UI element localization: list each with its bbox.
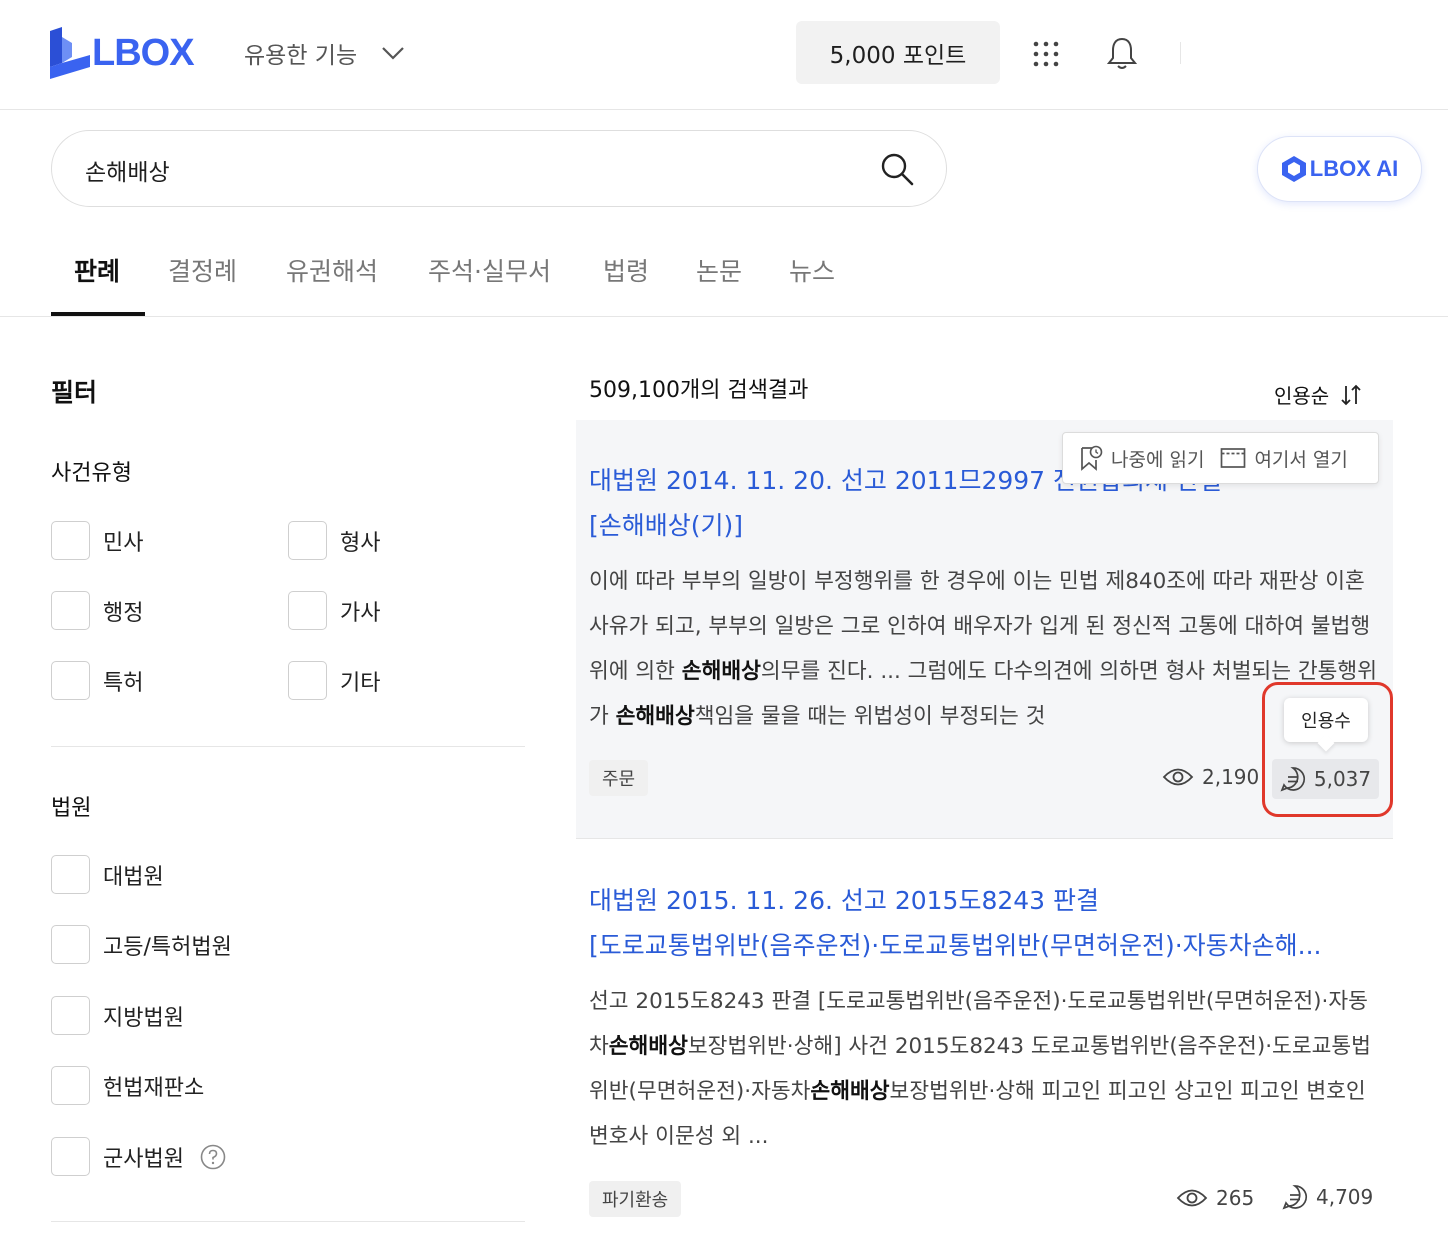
checkbox-high-court[interactable]: 고등/특허법원 <box>51 925 232 964</box>
checkbox-box[interactable] <box>288 521 327 560</box>
checkbox-box[interactable] <box>51 591 90 630</box>
result-title-line2[interactable]: [손해배상(기)] <box>589 503 1369 548</box>
sort-icon <box>1341 384 1361 405</box>
result-tag: 주문 <box>589 760 649 796</box>
window-icon <box>1221 448 1246 468</box>
checkbox-district-court[interactable]: 지방법원 <box>51 996 184 1035</box>
top-header: LBOX 유용한 기능 5,000 포인트 <box>0 0 1448 110</box>
lbox-ai-button[interactable]: LBOX AI <box>1257 136 1422 202</box>
lbox-logo[interactable]: LBOX <box>50 26 195 80</box>
result-count: 509,100개의 검색결과 <box>589 378 809 403</box>
checkbox-label: 지방법원 <box>103 1005 184 1031</box>
checkbox-supreme-court[interactable]: 대법원 <box>51 855 164 894</box>
checkbox-label: 가사 <box>340 600 381 626</box>
card-actions-popover: 나중에 읽기 여기서 열기 <box>1062 432 1379 484</box>
checkbox-label: 군사법원 <box>103 1146 184 1172</box>
result-title-line2[interactable]: [도로교통법위반(음주운전)·도로교통법위반(무면허운전)·자동차손해... <box>589 923 1369 968</box>
apps-grid-icon[interactable] <box>1032 40 1060 68</box>
filter-divider <box>51 746 525 747</box>
chevron-down-icon <box>382 47 404 60</box>
court-title: 법원 <box>51 796 92 821</box>
open-here-button[interactable]: 여기서 열기 <box>1220 445 1348 472</box>
result-tag: 파기환송 <box>589 1181 682 1217</box>
lbox-ai-icon <box>1281 156 1306 182</box>
points-button[interactable]: 5,000 포인트 <box>796 21 1000 84</box>
views-count: 2,190 <box>1162 765 1259 789</box>
checkbox-administrative[interactable]: 행정 <box>51 591 143 630</box>
case-type-title: 사건유형 <box>51 461 132 486</box>
tab-commentaries[interactable]: 주석·실무서 <box>428 252 551 288</box>
checkbox-box[interactable] <box>51 1137 90 1176</box>
eye-icon <box>1162 768 1194 786</box>
tab-papers[interactable]: 논문 <box>696 252 742 288</box>
logo-text: LBOX <box>92 31 195 74</box>
checkbox-box[interactable] <box>51 661 90 700</box>
checkbox-box[interactable] <box>51 925 90 964</box>
checkbox-box[interactable] <box>51 521 90 560</box>
checkbox-box[interactable] <box>51 996 90 1035</box>
checkbox-box[interactable] <box>51 855 90 894</box>
eye-icon <box>1176 1189 1208 1207</box>
tab-statutes[interactable]: 법령 <box>603 252 649 288</box>
active-tab-indicator <box>51 312 145 316</box>
checkbox-label: 대법원 <box>103 864 164 890</box>
checkbox-box[interactable] <box>288 591 327 630</box>
checkbox-label: 기타 <box>340 670 381 696</box>
checkbox-label: 헌법재판소 <box>103 1075 205 1101</box>
bell-icon[interactable] <box>1106 36 1138 70</box>
result-snippet: 이에 따라 부부의 일방이 부정행위를 한 경우에 이는 민법 제840조에 따… <box>589 569 1377 729</box>
filter-title: 필터 <box>51 378 98 407</box>
features-dropdown[interactable]: 유용한 기능 <box>244 36 407 70</box>
filter-divider <box>51 1221 525 1222</box>
read-later-button[interactable]: 나중에 읽기 <box>1079 445 1204 472</box>
search-input[interactable]: 손해배상 <box>85 153 170 187</box>
search-box[interactable]: 손해배상 <box>51 130 947 207</box>
lbox-ai-label: LBOX AI <box>1309 156 1399 181</box>
checkbox-label: 특허 <box>103 670 144 696</box>
checkbox-civil[interactable]: 민사 <box>51 521 143 560</box>
highlight-annotation <box>1262 682 1393 817</box>
checkbox-box[interactable] <box>288 661 327 700</box>
citation-icon <box>1282 1185 1307 1210</box>
result-snippet: 선고 2015도8243 판결 [도로교통법위반(음주운전)·도로교통법위반(무… <box>589 989 1371 1149</box>
checkbox-patent[interactable]: 특허 <box>51 661 143 700</box>
views-count: 265 <box>1176 1186 1254 1210</box>
sort-button[interactable]: 인용순 <box>1274 380 1363 409</box>
search-icon[interactable] <box>880 152 914 186</box>
sort-label: 인용순 <box>1274 384 1330 408</box>
header-divider <box>1180 42 1181 64</box>
tab-news[interactable]: 뉴스 <box>789 252 835 288</box>
lbox-logo-icon <box>50 27 90 79</box>
checkbox-constitutional-court[interactable]: 헌법재판소 <box>51 1066 204 1105</box>
card-divider <box>576 838 1393 839</box>
checkbox-label: 행정 <box>103 600 144 626</box>
checkbox-military-court[interactable]: 군사법원 <box>51 1137 226 1176</box>
features-label: 유용한 기능 <box>244 43 358 69</box>
result-title-line1[interactable]: 대법원 2015. 11. 26. 선고 2015도8243 판결 <box>589 878 1369 923</box>
checkbox-label: 형사 <box>340 530 381 556</box>
tab-decisions[interactable]: 결정례 <box>168 252 237 288</box>
checkbox-other[interactable]: 기타 <box>288 661 380 700</box>
tab-precedents[interactable]: 판례 <box>74 252 120 288</box>
help-icon[interactable] <box>200 1144 226 1170</box>
bookmark-clock-icon <box>1081 445 1103 471</box>
checkbox-family[interactable]: 가사 <box>288 591 380 630</box>
result-title[interactable]: 대법원 2015. 11. 26. 선고 2015도8243 판결 [도로교통법… <box>589 878 1369 968</box>
checkbox-criminal[interactable]: 형사 <box>288 521 380 560</box>
checkbox-box[interactable] <box>51 1066 90 1105</box>
category-tabs: 판례 결정례 유권해석 주석·실무서 법령 논문 뉴스 <box>0 230 1448 317</box>
checkbox-label: 민사 <box>103 530 144 556</box>
tab-interpretations[interactable]: 유권해석 <box>286 252 378 288</box>
checkbox-label: 고등/특허법원 <box>103 934 232 960</box>
citation-count[interactable]: 4,709 <box>1282 1184 1373 1210</box>
